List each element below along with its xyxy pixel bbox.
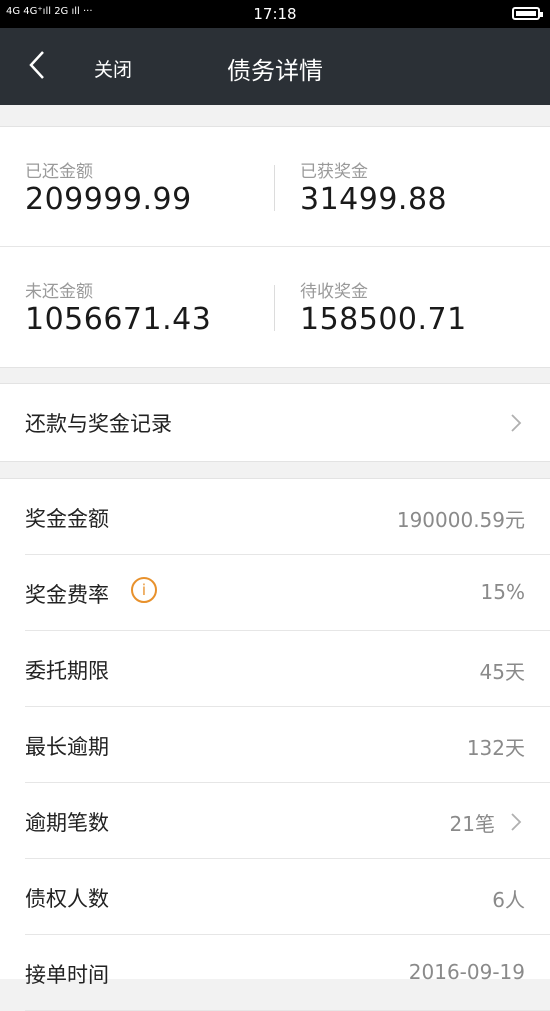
detail-value: 21笔 <box>449 812 495 836</box>
detail-row-creditor-count: 债权人数 6人 <box>0 859 550 935</box>
detail-label: 委托期限 <box>25 659 109 683</box>
unpaid-amount-cell: 未还金额 1056671.43 <box>0 247 275 366</box>
detail-label: 接单时间 <box>25 963 109 987</box>
pending-bonus-value: 158500.71 <box>300 302 467 337</box>
nav-bar: 关闭 债务详情 <box>0 28 550 105</box>
pending-bonus-label: 待收奖金 <box>300 282 368 302</box>
earned-bonus-label: 已获奖金 <box>300 162 368 182</box>
detail-label: 债权人数 <box>25 887 109 911</box>
summary-row: 已还金额 209999.99 已获奖金 31499.88 <box>0 127 550 247</box>
status-time: 17:18 <box>253 5 297 23</box>
detail-value: 45天 <box>479 660 525 684</box>
repaid-amount-cell: 已还金额 209999.99 <box>0 127 275 246</box>
repaid-amount-value: 209999.99 <box>25 182 192 217</box>
summary-card: 已还金额 209999.99 已获奖金 31499.88 未还金额 105667… <box>0 126 550 368</box>
detail-value: 190000.59元 <box>396 508 525 532</box>
detail-label: 奖金费率 <box>25 583 109 607</box>
detail-label: 逾期笔数 <box>25 811 109 835</box>
pending-bonus-cell: 待收奖金 158500.71 <box>275 247 550 366</box>
repayment-records-row[interactable]: 还款与奖金记录 <box>0 383 550 462</box>
info-icon[interactable]: i <box>131 577 157 603</box>
detail-value: 6人 <box>492 888 525 912</box>
detail-row-bonus-rate: 奖金费率 i 15% <box>0 555 550 631</box>
page-title: 债务详情 <box>227 57 323 85</box>
chevron-right-icon <box>510 413 522 433</box>
detail-row-overdue-count[interactable]: 逾期笔数 21笔 <box>0 783 550 859</box>
unpaid-amount-label: 未还金额 <box>25 282 93 302</box>
earned-bonus-cell: 已获奖金 31499.88 <box>275 127 550 246</box>
status-bar: 4G 4G⁺ıll 2G ıll ··· 17:18 <box>0 0 550 28</box>
detail-value: 15% <box>480 580 525 604</box>
detail-row-bonus-amount: 奖金金额 190000.59元 <box>0 479 550 555</box>
earned-bonus-value: 31499.88 <box>300 182 448 217</box>
detail-row-max-overdue: 最长逾期 132天 <box>0 707 550 783</box>
repaid-amount-label: 已还金额 <box>25 162 93 182</box>
battery-icon <box>512 7 543 20</box>
detail-row-term: 委托期限 45天 <box>0 631 550 707</box>
chevron-right-icon <box>510 812 522 832</box>
unpaid-amount-value: 1056671.43 <box>25 302 212 337</box>
detail-value: 132天 <box>466 736 525 760</box>
summary-row: 未还金额 1056671.43 待收奖金 158500.71 <box>0 247 550 366</box>
details-list: 奖金金额 190000.59元 奖金费率 i 15% 委托期限 45天 最长逾期… <box>0 478 550 1011</box>
detail-label: 最长逾期 <box>25 735 109 759</box>
detail-value: 2016-09-19 <box>408 960 525 984</box>
repayment-records-label: 还款与奖金记录 <box>25 412 172 436</box>
detail-row-accept-time: 接单时间 2016-09-19 <box>0 935 550 1011</box>
detail-label: 奖金金额 <box>25 507 109 531</box>
